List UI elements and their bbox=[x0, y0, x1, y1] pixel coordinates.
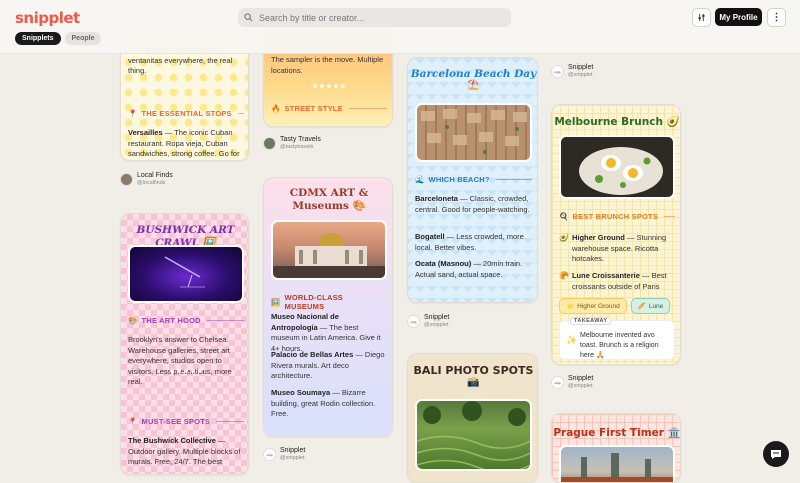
list-item: Museo Soumaya — Bizarre building, great … bbox=[271, 388, 376, 418]
chat-icon bbox=[771, 450, 781, 459]
card-title: Melbourne Brunch 🥑 bbox=[554, 116, 680, 128]
card-author[interactable]: snip Snipplet @snipplet bbox=[263, 447, 305, 462]
card-text: The sampler is the move. Multiple locati… bbox=[271, 55, 384, 75]
tab-people[interactable]: People bbox=[64, 32, 102, 45]
camera-icon: 📸 bbox=[467, 377, 480, 388]
card-title: Prague First Timer 🏛️ bbox=[553, 427, 681, 439]
sliders-icon bbox=[698, 13, 705, 22]
avatar: snip bbox=[551, 376, 564, 389]
palette-icon: 🎨 bbox=[128, 316, 138, 325]
card-image bbox=[128, 245, 244, 303]
card-author[interactable]: snip Snipplet @snipplet bbox=[407, 314, 449, 329]
chip-lune[interactable]: 🥖 Lune bbox=[630, 298, 671, 314]
card-author[interactable]: snip Snipplet @snipplet bbox=[551, 375, 593, 390]
tab-snipplets[interactable]: Snipplets bbox=[15, 32, 61, 45]
avatar bbox=[263, 137, 276, 150]
takeaway-label: TAKEAWAY bbox=[570, 317, 612, 325]
author-handle: @snipplet bbox=[424, 322, 449, 328]
my-profile-button[interactable]: My Profile bbox=[715, 8, 762, 26]
top-bar: snipplet My Profile ⋮ Snipplets People bbox=[0, 0, 800, 54]
author-name: Snipplet bbox=[280, 447, 306, 454]
frame-icon: 🖼️ bbox=[271, 297, 281, 307]
snipplet-card-prague[interactable]: Prague First Timer 🏛️ bbox=[551, 413, 681, 483]
avatar: snip bbox=[551, 65, 564, 78]
section-heading: 🔥 STREET STYLE bbox=[271, 104, 387, 113]
card-author[interactable]: Tasty Travels @tastytravels bbox=[263, 136, 321, 151]
card-title: BALI PHOTO SPOTS bbox=[413, 364, 534, 377]
list-item: Museo Nacional de Antropología — The bes… bbox=[271, 312, 381, 353]
umbrella-icon: ⛱️ bbox=[467, 80, 480, 91]
search-bar[interactable] bbox=[238, 8, 511, 27]
fire-icon: 🔥 bbox=[271, 104, 281, 113]
list-item: Barceloneta — Classic, crowded, central.… bbox=[415, 194, 530, 214]
list-item: 🥑 Higher Ground — Stunning warehouse spa… bbox=[559, 233, 667, 263]
carousel-dots bbox=[121, 369, 248, 373]
app-logo[interactable]: snipplet bbox=[15, 9, 80, 27]
card-body: The Bushwick Collective — Outdoor galler… bbox=[128, 436, 241, 466]
list-item: Ocata (Masnou) — 20min train. Actual san… bbox=[415, 259, 523, 279]
list-item: Palacio de Bellas Artes — Diego Rivera m… bbox=[271, 350, 385, 380]
takeaway-box: TAKEAWAY ✨ Melbourne invented avo toast.… bbox=[559, 317, 675, 360]
author-handle: @snipplet bbox=[280, 455, 305, 461]
card-title: Barcelona Beach Day bbox=[410, 68, 537, 80]
list-item: 🥐 Lune Croissanterie — Best croissants o… bbox=[559, 271, 667, 291]
author-handle: @tastytravels bbox=[280, 144, 314, 150]
bakery-icon: 🥖 bbox=[637, 303, 646, 310]
card-image bbox=[559, 445, 675, 482]
card-author[interactable]: Local Finds @localfinds bbox=[120, 172, 173, 187]
section-heading: 🌊 WHICH BEACH? bbox=[415, 175, 532, 184]
pin-icon: 📍 bbox=[128, 417, 138, 426]
section-heading: 🎨 THE ART HOOD bbox=[128, 316, 244, 325]
avatar bbox=[120, 173, 133, 186]
author-handle: @snipplet bbox=[568, 383, 593, 389]
chat-button[interactable] bbox=[763, 441, 789, 467]
search-input[interactable] bbox=[259, 12, 489, 23]
snipplet-card-melbourne[interactable]: Melbourne Brunch 🥑 🍳 BEST BRUNCH SPOTS 🥑 … bbox=[551, 104, 681, 365]
avatar: snip bbox=[263, 448, 276, 461]
wave-icon: 🌊 bbox=[415, 175, 425, 184]
author-handle: @snipplet bbox=[568, 72, 593, 78]
carousel-dots bbox=[264, 84, 392, 88]
author-name: Tasty Travels bbox=[280, 136, 321, 143]
section-heading: 📍 THE ESSENTIAL STOPS bbox=[128, 109, 244, 118]
avatar: snip bbox=[407, 315, 420, 328]
chip-row: ⭐ Higher Ground 🥖 Lune bbox=[559, 298, 671, 314]
star-icon: ⭐ bbox=[566, 303, 575, 310]
card-image bbox=[415, 399, 532, 471]
card-body: Versailles — The iconic Cuban restaurant… bbox=[128, 128, 240, 158]
section-heading: 🍳 BEST BRUNCH SPOTS bbox=[559, 212, 675, 221]
croissant-icon: 🥐 bbox=[559, 271, 569, 280]
takeaway-text: Melbourne invented avo toast. Brunch is … bbox=[580, 332, 659, 359]
snipplet-card-bushwick[interactable]: BUSHWICK ART CRAWL 🖼️ 🎨 THE ART HOOD Broo… bbox=[120, 213, 249, 475]
snipplet-card-cdmx[interactable]: CDMX ART & Museums 🎨 🖼️ WORLD-CLASS MUSEUM… bbox=[263, 177, 393, 437]
filter-button[interactable] bbox=[692, 8, 711, 27]
card-image bbox=[559, 135, 675, 199]
sparkle-icon: ✨ bbox=[566, 335, 578, 345]
section-heading: 📍 MUST-SEE SPOTS bbox=[128, 417, 244, 426]
card-title: CDMX ART & Museums 🎨 bbox=[289, 187, 369, 212]
author-name: Snipplet bbox=[568, 375, 594, 382]
author-name: Snipplet bbox=[568, 64, 594, 71]
snipplet-card-barcelona[interactable]: Barcelona Beach Day ⛱️ 🌊 WHICH BEACH? Bar… bbox=[407, 57, 538, 303]
card-body: Brooklyn's answer to Chelsea. Warehouse … bbox=[128, 335, 232, 386]
avocado-icon: 🥑 bbox=[559, 233, 569, 242]
chip-higher-ground[interactable]: ⭐ Higher Ground bbox=[559, 298, 627, 314]
author-name: Local Finds bbox=[137, 172, 173, 179]
pin-icon: 📍 bbox=[128, 109, 138, 118]
tab-bar: Snipplets People bbox=[15, 32, 102, 45]
search-icon bbox=[244, 13, 253, 22]
card-author[interactable]: snip Snipplet @snipplet bbox=[551, 64, 593, 79]
list-item: Bogatell — Less crowded, more local. Bet… bbox=[415, 232, 524, 252]
snipplet-card-bali[interactable]: BALI PHOTO SPOTS 📸 bbox=[407, 353, 538, 483]
egg-icon: 🍳 bbox=[559, 212, 569, 221]
card-image bbox=[415, 103, 532, 162]
author-handle: @localfinds bbox=[137, 180, 166, 186]
section-heading: 🖼️ WORLD-CLASS MUSEUMS bbox=[271, 293, 343, 311]
more-menu-button[interactable]: ⋮ bbox=[767, 8, 786, 27]
author-name: Snipplet bbox=[424, 314, 450, 321]
card-image bbox=[271, 220, 387, 280]
